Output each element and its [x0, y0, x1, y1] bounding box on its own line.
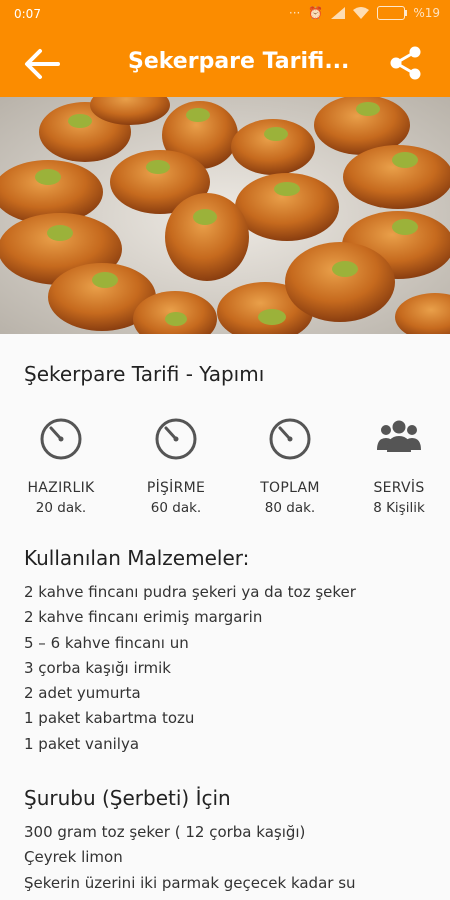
stat-total: TOPLAM 80 dak. [235, 416, 345, 516]
recipe-title: Şekerpare Tarifi - Yapımı [24, 362, 265, 386]
list-item: Çeyrek limon [24, 848, 123, 867]
list-item: 1 paket kabartma tozu [24, 709, 195, 728]
dots-icon: ··· [288, 6, 301, 20]
signal-icon [331, 7, 346, 19]
battery-icon [377, 6, 408, 20]
stat-label: HAZIRLIK [27, 480, 95, 496]
app-bar: Şekerpare Tarifi... [0, 30, 450, 97]
list-item: 2 adet yumurta [24, 684, 141, 703]
stat-label: SERVİS [373, 480, 425, 496]
alarm-icon: ⏰ [308, 6, 324, 20]
status-bar: 0:07 ··· ⏰ %19 [0, 0, 450, 30]
stat-value: 80 dak. [264, 500, 316, 516]
stat-label: TOPLAM [260, 480, 320, 496]
ingredients-list: 2 kahve fincanı pudra şekeri ya da toz ş… [24, 580, 356, 757]
stat-prep: HAZIRLIK 20 dak. [6, 416, 116, 516]
timer-icon [269, 418, 311, 460]
stat-value: 8 Kişilik [373, 500, 425, 516]
list-item: 2 kahve fincanı pudra şekeri ya da toz ş… [24, 583, 356, 601]
timer-icon [155, 418, 197, 460]
status-icons: ··· ⏰ %19 [289, 6, 440, 20]
cookie-photo [0, 97, 450, 334]
stat-servings: SERVİS 8 Kişilik [344, 416, 450, 516]
list-item: 3 çorba kaşığı irmik [24, 658, 171, 677]
syrup-title: Şurubu (Şerbeti) İçin [24, 786, 231, 810]
stat-value: 60 dak. [150, 500, 202, 516]
list-item: 1 paket vanilya [24, 734, 140, 753]
stat-cook: PİŞİRME 60 dak. [121, 416, 231, 516]
share-icon[interactable] [388, 45, 424, 81]
stat-value: 20 dak. [35, 500, 87, 516]
wifi-icon [353, 7, 370, 19]
timer-icon [40, 418, 82, 460]
battery-level: %19 [413, 6, 440, 20]
syrup-list: 300 gram toz şeker ( 12 çorba kaşığı) Çe… [24, 820, 356, 896]
recipe-photo [0, 97, 450, 334]
ingredients-title: Kullanılan Malzemeler: [24, 546, 250, 570]
stat-label: PİŞİRME [146, 480, 206, 496]
status-time: 0:07 [14, 7, 41, 21]
page-title: Şekerpare Tarifi... [128, 49, 350, 74]
list-item: 300 gram toz şeker ( 12 çorba kaşığı) [24, 823, 306, 841]
list-item: Şekerin üzerini iki parmak geçecek kadar… [24, 873, 356, 892]
list-item: 5 – 6 kahve fincanı un [24, 633, 189, 652]
list-item: 2 kahve fincanı erimiş margarin [24, 608, 263, 627]
recipe-content: Şekerpare Tarifi - Yapımı HAZIRLIK 20 da… [0, 334, 450, 900]
arrow-left-icon[interactable] [22, 44, 62, 84]
recipe-stats: HAZIRLIK 20 dak. PİŞİRME 60 dak. TOPLAM … [0, 416, 450, 526]
people-icon [377, 420, 421, 452]
